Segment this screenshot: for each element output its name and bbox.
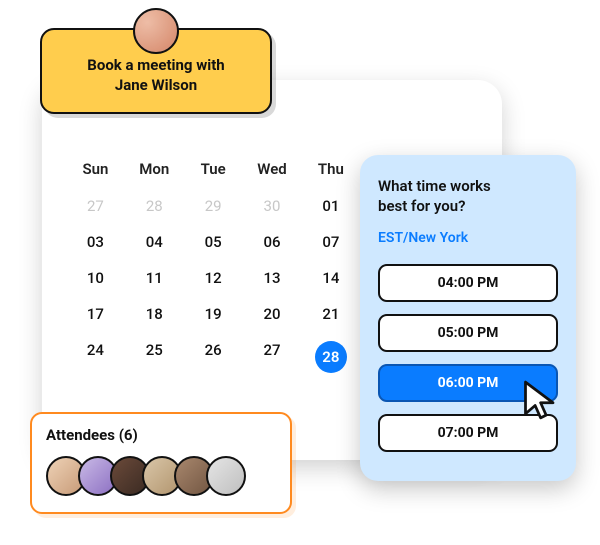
calendar-day[interactable]: 18 <box>125 296 184 332</box>
time-slot[interactable]: 07:00 PM <box>378 414 558 452</box>
time-picker-title: What time works best for you? <box>378 177 558 216</box>
calendar-day[interactable]: 21 <box>301 296 360 332</box>
calendar-day[interactable]: 11 <box>125 260 184 296</box>
calendar-day[interactable]: 04 <box>125 224 184 260</box>
time-picker-title-l1: What time works <box>378 177 491 195</box>
time-slot-list: 04:00 PM 05:00 PM 06:00 PM 07:00 PM <box>378 264 558 452</box>
calendar-day[interactable]: 10 <box>66 260 125 296</box>
book-meeting-title: Book a meeting with <box>56 56 256 74</box>
time-slot[interactable]: 04:00 PM <box>378 264 558 302</box>
calendar-day[interactable]: 28 <box>125 188 184 224</box>
calendar-day[interactable]: 01 <box>301 188 360 224</box>
day-label: Mon <box>125 160 184 188</box>
calendar-day[interactable]: 14 <box>301 260 360 296</box>
calendar-day[interactable]: 07 <box>301 224 360 260</box>
timezone-label[interactable]: EST/New York <box>378 230 558 246</box>
calendar-day[interactable]: 05 <box>184 224 243 260</box>
calendar-day[interactable]: 20 <box>243 296 302 332</box>
calendar-day[interactable]: 19 <box>184 296 243 332</box>
calendar-day[interactable]: 30 <box>243 188 302 224</box>
calendar-day[interactable]: 06 <box>243 224 302 260</box>
day-label: Sun <box>66 160 125 188</box>
time-slot[interactable]: 05:00 PM <box>378 314 558 352</box>
calendar-day[interactable]: 26 <box>184 332 243 382</box>
time-slot[interactable]: 06:00 PM <box>378 364 558 402</box>
attendee-avatar <box>206 456 246 496</box>
day-label: Wed <box>243 160 302 188</box>
calendar-day[interactable]: 29 <box>184 188 243 224</box>
calendar-day[interactable]: 27 <box>66 188 125 224</box>
calendar-day[interactable]: 25 <box>125 332 184 382</box>
calendar-day[interactable]: 03 <box>66 224 125 260</box>
book-meeting-name: Jane Wilson <box>56 76 256 94</box>
calendar-day[interactable]: 27 <box>243 332 302 382</box>
calendar-day[interactable]: 12 <box>184 260 243 296</box>
calendar-day[interactable]: 13 <box>243 260 302 296</box>
calendar-day[interactable]: 28 <box>301 332 360 382</box>
time-picker-title-l2: best for you? <box>378 197 466 215</box>
attendees-avatars <box>46 456 276 496</box>
host-avatar <box>133 8 179 54</box>
day-label: Tue <box>184 160 243 188</box>
attendees-title: Attendees (6) <box>46 426 276 444</box>
calendar-day[interactable]: 17 <box>66 296 125 332</box>
time-picker-panel: What time works best for you? EST/New Yo… <box>360 155 576 481</box>
calendar-day[interactable]: 24 <box>66 332 125 382</box>
attendees-card: Attendees (6) <box>30 412 292 514</box>
day-label: Thu <box>301 160 360 188</box>
book-meeting-card: Book a meeting with Jane Wilson <box>40 28 272 114</box>
